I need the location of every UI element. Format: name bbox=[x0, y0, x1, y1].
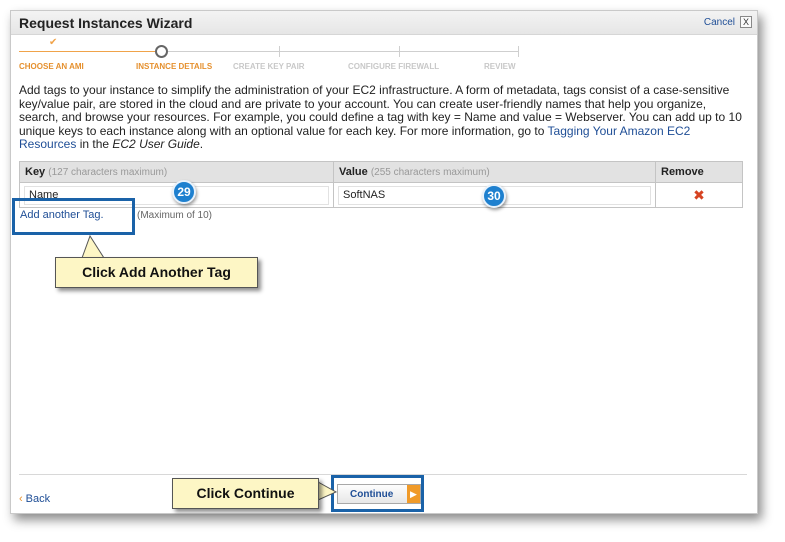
progress-line-pending bbox=[168, 51, 518, 52]
window-title: Request Instances Wizard bbox=[19, 15, 193, 31]
table-header-row: Key (127 characters maximum) Value (255 … bbox=[19, 161, 743, 183]
add-tag-highlight bbox=[12, 198, 135, 235]
description-text: . bbox=[199, 137, 204, 151]
callout-continue: Click Continue bbox=[172, 478, 319, 509]
step-instance-details: INSTANCE DETAILS bbox=[136, 62, 213, 71]
guide-name: EC2 User Guide bbox=[112, 137, 200, 151]
step-create-key-pair: CREATE KEY PAIR bbox=[233, 62, 305, 71]
continue-highlight bbox=[331, 475, 424, 512]
step-tick bbox=[399, 46, 400, 57]
step-tick bbox=[279, 46, 280, 57]
description-text: in the bbox=[76, 137, 113, 151]
step-29-marker: 29 bbox=[172, 180, 196, 204]
back-chevron-icon: ‹ bbox=[19, 493, 23, 505]
window-titlebar: Request Instances Wizard Cancel X bbox=[11, 11, 757, 35]
step-complete-check-icon: ✔ bbox=[49, 37, 58, 48]
value-header-hint: (255 characters maximum) bbox=[370, 167, 490, 178]
remove-column-header: Remove bbox=[655, 161, 743, 183]
back-link[interactable]: ‹ Back bbox=[19, 493, 50, 505]
value-column-header: Value (255 characters maximum) bbox=[333, 161, 656, 183]
key-header-hint: (127 characters maximum) bbox=[48, 167, 168, 178]
back-label: Back bbox=[25, 493, 51, 505]
step-tick bbox=[518, 46, 519, 57]
step-configure-firewall: CONFIGURE FIREWALL bbox=[348, 62, 440, 71]
cancel-link[interactable]: Cancel bbox=[704, 17, 735, 28]
value-header-label: Value bbox=[339, 166, 368, 178]
tags-description: Add tags to your instance to simplify th… bbox=[19, 83, 747, 152]
callout-add-another-tag: Click Add Another Tag bbox=[55, 257, 258, 288]
add-tag-limit-note: (Maximum of 10) bbox=[137, 210, 213, 221]
progress-line-done bbox=[19, 51, 155, 52]
step-review: REVIEW bbox=[484, 62, 516, 71]
step-30-marker: 30 bbox=[482, 184, 506, 208]
key-column-header: Key (127 characters maximum) bbox=[19, 161, 334, 183]
close-icon[interactable]: X bbox=[740, 16, 752, 28]
key-header-label: Key bbox=[25, 166, 46, 178]
step-choose-ami: CHOOSE AN AMI bbox=[19, 62, 84, 71]
remove-tag-icon[interactable]: ✖ bbox=[655, 182, 743, 208]
current-step-dot-icon bbox=[155, 45, 168, 58]
